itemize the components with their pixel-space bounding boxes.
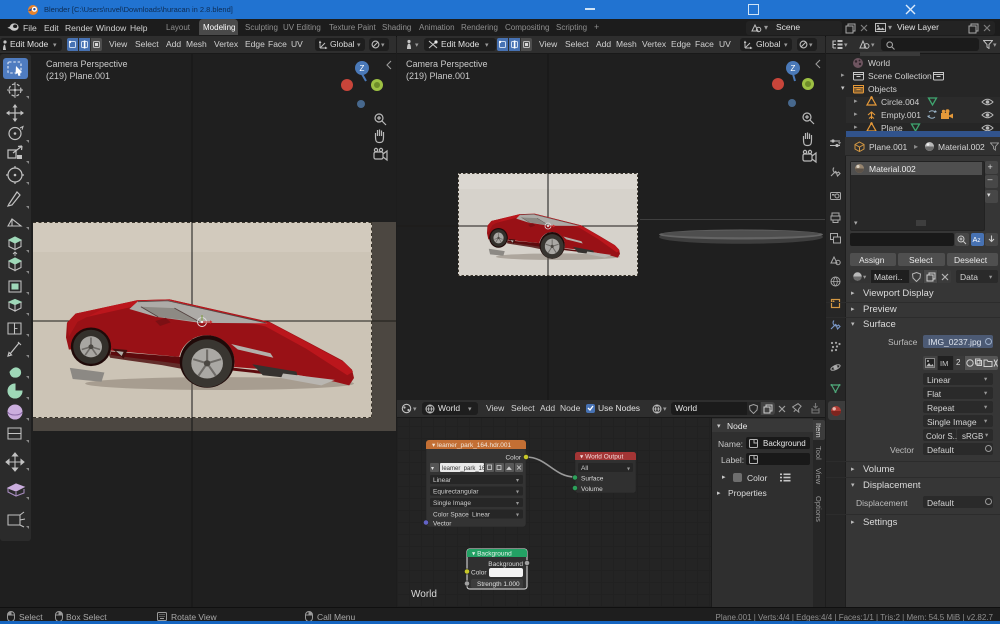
svg-text:Color: Color [471,570,487,577]
svg-text:Volume: Volume [581,486,603,493]
svg-text:Background: Background [488,561,523,568]
svg-text:Z: Z [360,64,365,73]
svg-text:leamer_park_16..: leamer_park_16.. [442,466,489,472]
svg-text:Color Space: Color Space [433,512,469,519]
svg-text:Vector: Vector [433,521,452,528]
svg-text:Strength 1.000: Strength 1.000 [477,581,520,588]
svg-text:Camera Perspective: Camera Perspective [46,59,128,69]
svg-text:▾: ▾ [516,478,519,484]
svg-text:▾: ▾ [516,501,519,507]
svg-text:Surface: Surface [581,476,604,483]
svg-text:World: World [411,589,437,600]
svg-text:▾ World Output: ▾ World Output [580,454,623,461]
svg-text:▾ Background: ▾ Background [472,551,512,558]
svg-text:▾: ▾ [627,467,630,473]
svg-text:Linear: Linear [433,477,452,484]
svg-text:(219) Plane.001: (219) Plane.001 [406,71,470,81]
svg-text:All: All [581,465,589,472]
svg-text:Equirectangular: Equirectangular [433,489,479,496]
svg-text:▾: ▾ [516,513,519,519]
svg-text:▾ leamer_park_164.hdr.001: ▾ leamer_park_164.hdr.001 [432,442,512,449]
svg-text:▾: ▾ [516,490,519,496]
svg-text:Camera Perspective: Camera Perspective [406,59,488,69]
svg-text:▾: ▾ [431,466,434,472]
svg-text:Linear: Linear [472,512,491,519]
svg-text:(219) Plane.001: (219) Plane.001 [46,71,110,81]
svg-text:Single Image: Single Image [433,500,471,507]
svg-text:Z: Z [791,64,796,73]
svg-text:Color: Color [505,455,521,462]
